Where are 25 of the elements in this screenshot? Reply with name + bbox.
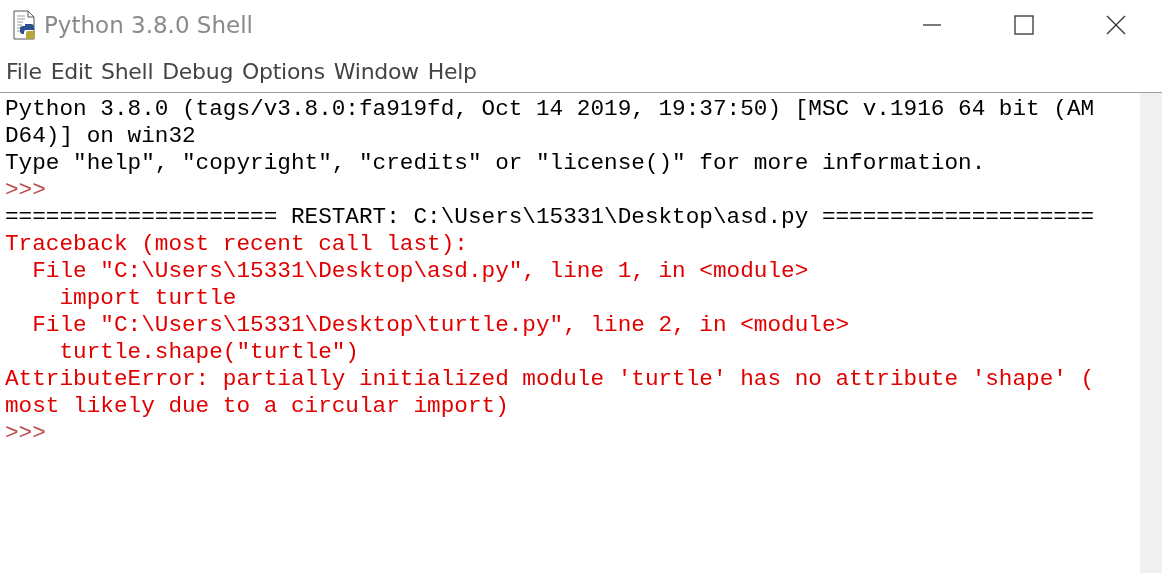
error-line: File "C:\Users\15331\Desktop\turtle.py", line 2, in <module> — [31, 312, 850, 338]
python-file-icon — [12, 10, 38, 40]
menu-item[interactable]: Edit — [46, 58, 97, 84]
prompt: >>> — [5, 420, 46, 446]
error-line: Traceback (most recent call last): — [5, 231, 468, 257]
menu-item[interactable]: Debug — [158, 58, 238, 84]
output-line: D64)] on win32 — [5, 123, 196, 149]
menu-item[interactable]: Window — [329, 58, 423, 84]
error-line: most likely due to a circular import) — [5, 393, 509, 419]
scrollbar[interactable] — [1140, 93, 1162, 573]
output-line: ==================== RESTART: C:\Users\15331\Desktop\asd.py ==================== — [5, 204, 1095, 230]
error-line: File "C:\Users\15331\Desktop\asd.py", line 1, in <module> — [31, 258, 809, 284]
output-line: Python 3.8.0 (tags/v3.8.0:fa919fd, Oct 14 2019, 19:37:50) [MSC v.1916 64 bit (AM — [5, 96, 1095, 122]
menu-item[interactable]: File — [2, 58, 46, 84]
menu-item[interactable]: Options — [238, 58, 329, 84]
window-title: Python 3.8.0 Shell — [44, 12, 253, 38]
prompt: >>> — [5, 177, 46, 203]
error-line: import turtle — [58, 285, 237, 311]
error-line: turtle.shape("turtle") — [58, 339, 359, 365]
error-line: AttributeError: partially initialized module 'turtle' has no attribute 'shape' ( — [5, 366, 1095, 392]
close-icon[interactable] — [1106, 15, 1126, 35]
menu-item[interactable]: Shell — [97, 58, 158, 84]
menu-item[interactable]: Help — [423, 58, 481, 84]
output-line: Type "help", "copyright", "credits" or "license()" for more information. — [5, 150, 986, 176]
maximize-icon[interactable] — [1014, 15, 1034, 35]
